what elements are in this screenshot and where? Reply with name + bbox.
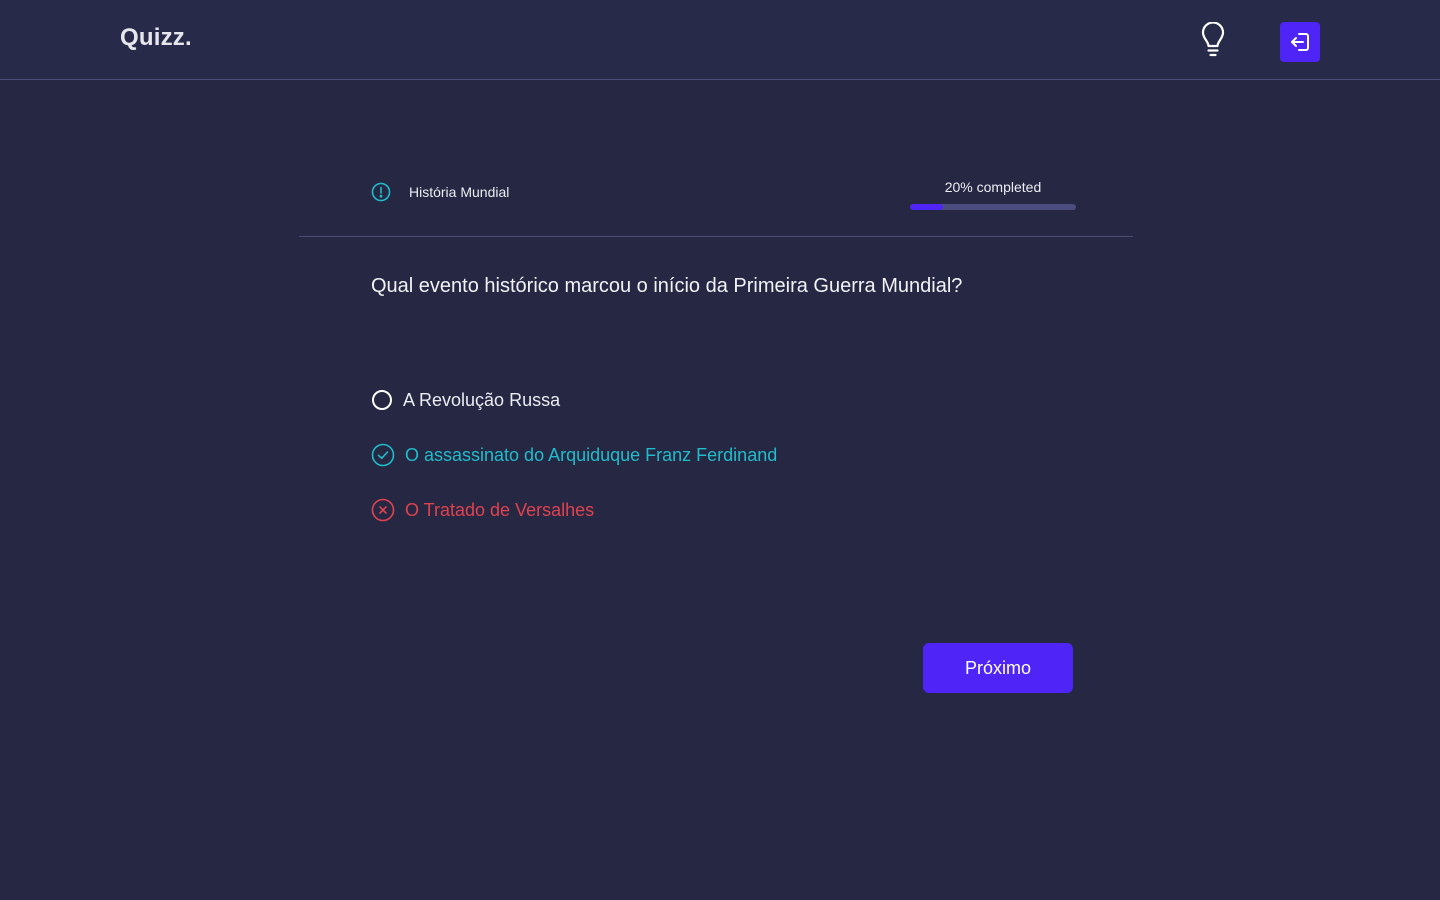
answer-options: A Revolução Russa O assassinato do Arqui… bbox=[371, 386, 1071, 524]
answer-option-label: A Revolução Russa bbox=[403, 390, 561, 410]
hint-button[interactable] bbox=[1196, 20, 1230, 60]
progress-track bbox=[910, 204, 1076, 210]
x-circle-icon bbox=[371, 498, 395, 522]
progress: 20% completed bbox=[910, 178, 1076, 210]
radio-empty-icon bbox=[371, 388, 395, 412]
info-icon bbox=[371, 182, 391, 202]
check-circle-icon bbox=[371, 443, 395, 467]
quiz-header: História Mundial 20% completed bbox=[299, 160, 1133, 237]
top-bar: Quizz. bbox=[0, 0, 1440, 80]
next-button[interactable]: Próximo bbox=[923, 643, 1073, 693]
progress-label: 20% completed bbox=[944, 179, 1042, 195]
category: História Mundial bbox=[371, 181, 509, 203]
progress-fill bbox=[910, 204, 944, 210]
answer-option-label: O assassinato do Arquiduque Franz Ferdin… bbox=[405, 445, 778, 465]
logout-icon bbox=[1291, 33, 1309, 51]
app-logo: Quizz. bbox=[120, 24, 192, 51]
answer-option-label: O Tratado de Versalhes bbox=[405, 500, 595, 520]
category-label: História Mundial bbox=[409, 184, 510, 200]
answer-option[interactable]: A Revolução Russa bbox=[371, 386, 1071, 414]
answer-option-correct[interactable]: O assassinato do Arquiduque Franz Ferdin… bbox=[371, 441, 1071, 469]
lightbulb-icon bbox=[1201, 22, 1225, 57]
answer-option-wrong[interactable]: O Tratado de Versalhes bbox=[371, 496, 1071, 524]
logout-button[interactable] bbox=[1280, 22, 1320, 62]
question-text: Qual evento histórico marcou o início da… bbox=[371, 275, 963, 297]
